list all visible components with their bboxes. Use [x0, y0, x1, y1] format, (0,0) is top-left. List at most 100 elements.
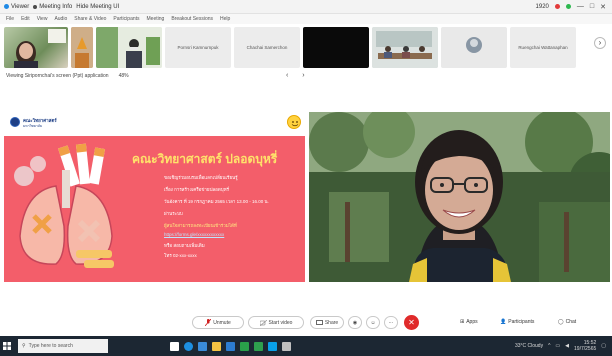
- apps-button[interactable]: ⊞ Apps: [460, 319, 478, 325]
- participant-video: [14, 29, 66, 68]
- file-explorer-icon[interactable]: [212, 341, 221, 351]
- chat-button[interactable]: ◯ Chat: [558, 319, 576, 325]
- word-icon[interactable]: [226, 341, 235, 351]
- strip-next-button[interactable]: ›: [594, 37, 606, 49]
- menu-meeting[interactable]: Meeting: [147, 16, 165, 22]
- start-video-button[interactable]: Start video: [248, 316, 304, 329]
- meeting-stage: คณะวิทยาศาสตร์ มหาวิทยาลัย คณะวิทยาศาสตร…: [0, 82, 612, 306]
- menu-share-video[interactable]: Share & Video: [74, 16, 106, 22]
- taskbar-search-placeholder: Type here to search: [28, 343, 73, 349]
- record-icon: ◉: [352, 319, 358, 326]
- smiley-reaction-icon: ☺: [370, 319, 376, 326]
- line-icon[interactable]: [254, 341, 263, 351]
- leave-meeting-button[interactable]: ✕: [404, 315, 419, 330]
- close-icon: ✕: [408, 318, 415, 327]
- participant-tile[interactable]: [71, 27, 93, 68]
- clock[interactable]: 15:52 19/7/2565: [574, 340, 596, 352]
- tab-meeting-info[interactable]: Meeting Info: [33, 4, 72, 10]
- menu-participants[interactable]: Participants: [113, 16, 139, 22]
- menu-view[interactable]: View: [37, 16, 48, 22]
- slide-org-sub: มหาวิทยาลัย: [23, 124, 43, 128]
- tab-hide-meeting-ui[interactable]: Hide Meeting UI: [76, 4, 119, 10]
- search-icon: ⚲: [22, 343, 26, 349]
- slide-line: วันอังคาร ที่ 19 กรกฎาคม 2565 เวลา 13.00…: [164, 199, 269, 204]
- minimize-button[interactable]: —: [577, 3, 584, 10]
- participant-tile[interactable]: Ruengchai Wattanaphan: [510, 27, 576, 68]
- unmute-button[interactable]: Unmute: [192, 316, 244, 329]
- reactions-button[interactable]: ☺: [366, 316, 380, 329]
- participants-button[interactable]: 👤 Participants: [500, 319, 534, 325]
- participant-avatar: [466, 37, 482, 53]
- unmute-label: Unmute: [213, 319, 231, 326]
- share-label: Share: [324, 319, 339, 326]
- slide-link[interactable]: https://forms.gle/xxxxxxxxxxxx: [164, 232, 224, 237]
- network-icon[interactable]: ▭: [555, 343, 560, 349]
- webex-logo-icon: [4, 4, 9, 9]
- recording-icon: [554, 4, 560, 9]
- participant-name: Ruengchai Wattanaphan: [518, 45, 568, 50]
- participant-tile[interactable]: [372, 27, 438, 68]
- chat-label: Chat: [565, 319, 577, 325]
- participant-tile[interactable]: Chachai Samerchon: [234, 27, 300, 68]
- slide-line: ผ่านระบบ: [164, 211, 183, 216]
- active-speaker-video[interactable]: [309, 112, 610, 282]
- share-screen-icon: [315, 319, 323, 325]
- start-button[interactable]: [0, 336, 14, 356]
- sharing-status-text: Viewing Siripornchai's screen (Ppt) appl…: [6, 73, 109, 79]
- windows-taskbar: ⚲ Type here to search 33°C Cloudy ^ ▭ ◀ …: [0, 336, 612, 356]
- webex-icon[interactable]: [268, 341, 277, 351]
- participant-tile[interactable]: [4, 27, 68, 68]
- system-tray: 33°C Cloudy ^ ▭ ◀ 15:52 19/7/2565 ▢: [515, 340, 612, 352]
- task-view-icon[interactable]: [170, 341, 179, 351]
- menu-audio[interactable]: Audio: [54, 16, 67, 22]
- participant-video: [71, 27, 93, 68]
- participant-video: [372, 27, 438, 68]
- participant-name: Pornsri Kamnurnpuk: [177, 45, 219, 50]
- share-status-bar: Viewing Siripornchai's screen (Ppt) appl…: [0, 71, 612, 81]
- connection-icon: [565, 4, 571, 9]
- tab-meeting-info-label: Meeting Info: [39, 3, 73, 10]
- app-icon[interactable]: [282, 341, 291, 351]
- more-icon: ⋯: [388, 319, 394, 326]
- participant-tile[interactable]: [441, 27, 507, 68]
- slide-title: คณะวิทยาศาสตร์ ปลอดบุหรี่: [132, 152, 278, 166]
- menu-edit[interactable]: Edit: [21, 16, 30, 22]
- weather-text[interactable]: 33°C Cloudy: [515, 343, 543, 349]
- maximize-button[interactable]: □: [590, 3, 594, 10]
- menu-file[interactable]: File: [6, 16, 14, 22]
- menu-breakout[interactable]: Breakout Sessions: [171, 16, 213, 22]
- more-options-button[interactable]: ⋯: [384, 316, 398, 329]
- volume-icon[interactable]: ◀: [565, 343, 569, 349]
- slide-header: คณะวิทยาศาสตร์ มหาวิทยาลัย: [4, 112, 305, 136]
- notifications-icon[interactable]: ▢: [601, 343, 606, 349]
- zoom-level[interactable]: 48%: [119, 73, 129, 79]
- tray-arrow-icon[interactable]: ^: [548, 343, 550, 349]
- participants-icon: 👤: [500, 319, 507, 325]
- tab-viewer[interactable]: Viewer: [4, 4, 29, 10]
- stage-arrows[interactable]: ‹ ›: [286, 72, 311, 79]
- participant-tile[interactable]: [303, 27, 369, 68]
- participant-strip: Pornsri Kamnurnpuk Chachai Samerchon Rue…: [0, 25, 612, 70]
- close-button[interactable]: ✕: [600, 3, 606, 11]
- excel-icon[interactable]: [240, 341, 249, 351]
- call-controls: Unmute Start video Share ◉ ☺ ⋯ ✕ ⊞ Apps …: [0, 310, 612, 334]
- participants-label: Participants: [508, 319, 535, 325]
- menu-help[interactable]: Help: [220, 16, 230, 22]
- apps-icon: ⊞: [460, 319, 465, 325]
- slide-line: เรื่อง การสร้างเครือข่ายปลอดบุหรี่: [164, 187, 230, 192]
- taskbar-search[interactable]: ⚲ Type here to search: [18, 339, 108, 353]
- participant-tile[interactable]: [96, 27, 162, 68]
- meeting-id-label: 1920: [535, 3, 549, 10]
- shared-screen[interactable]: คณะวิทยาศาสตร์ มหาวิทยาลัย คณะวิทยาศาสตร…: [4, 112, 305, 282]
- participant-tile[interactable]: Pornsri Kamnurnpuk: [165, 27, 231, 68]
- edge-icon[interactable]: [184, 341, 193, 351]
- record-button[interactable]: ◉: [348, 316, 362, 329]
- microphone-muted-icon: [205, 319, 212, 326]
- slide-line: ขอเชิญร่วมอบรมเพื่อแลกเปลี่ยนเรียนรู้: [164, 175, 238, 180]
- menu-bar: File Edit View Audio Share & Video Parti…: [0, 14, 612, 24]
- share-button[interactable]: Share: [310, 316, 344, 329]
- participant-video: [96, 27, 162, 68]
- taskbar-apps: [170, 341, 291, 351]
- smiley-icon: [287, 115, 301, 129]
- browser-icon[interactable]: [198, 341, 207, 351]
